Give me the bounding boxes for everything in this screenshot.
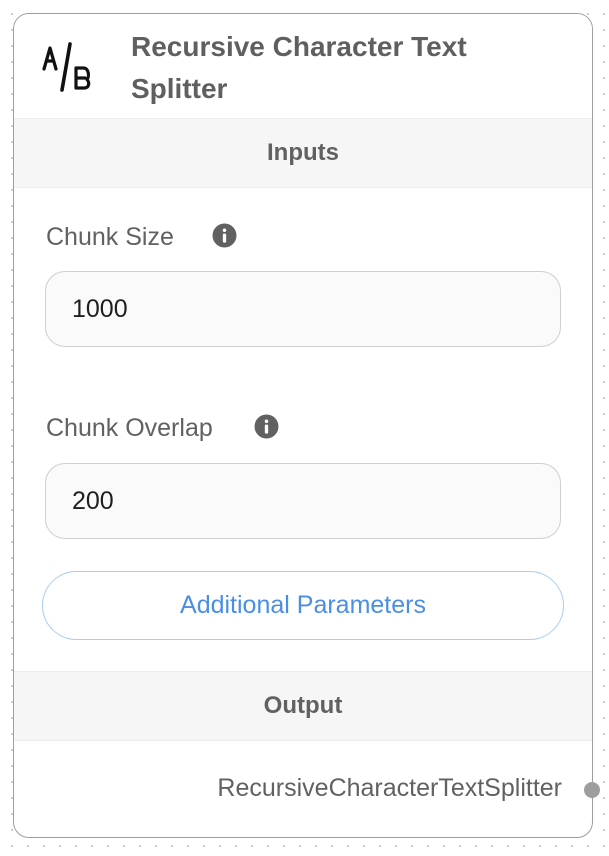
chunk-overlap-label: Chunk Overlap <box>46 414 213 442</box>
chunk-size-input[interactable] <box>45 271 561 347</box>
info-icon[interactable] <box>212 223 237 248</box>
node-header: Recursive Character Text Splitter <box>14 14 592 118</box>
chunk-overlap-input[interactable] <box>45 463 561 539</box>
info-icon[interactable] <box>254 414 279 439</box>
node-card[interactable]: Recursive Character Text Splitter Inputs… <box>13 13 593 838</box>
additional-parameters-button[interactable]: Additional Parameters <box>42 571 564 640</box>
output-section-header: Output <box>14 671 592 741</box>
ab-split-icon <box>42 42 91 92</box>
inputs-section-header: Inputs <box>14 118 592 188</box>
node-title: Recursive Character Text Splitter <box>131 31 467 104</box>
chunk-size-label: Chunk Size <box>46 223 174 251</box>
output-label: RecursiveCharacterTextSplitter <box>217 774 562 802</box>
output-handle[interactable] <box>584 782 600 798</box>
